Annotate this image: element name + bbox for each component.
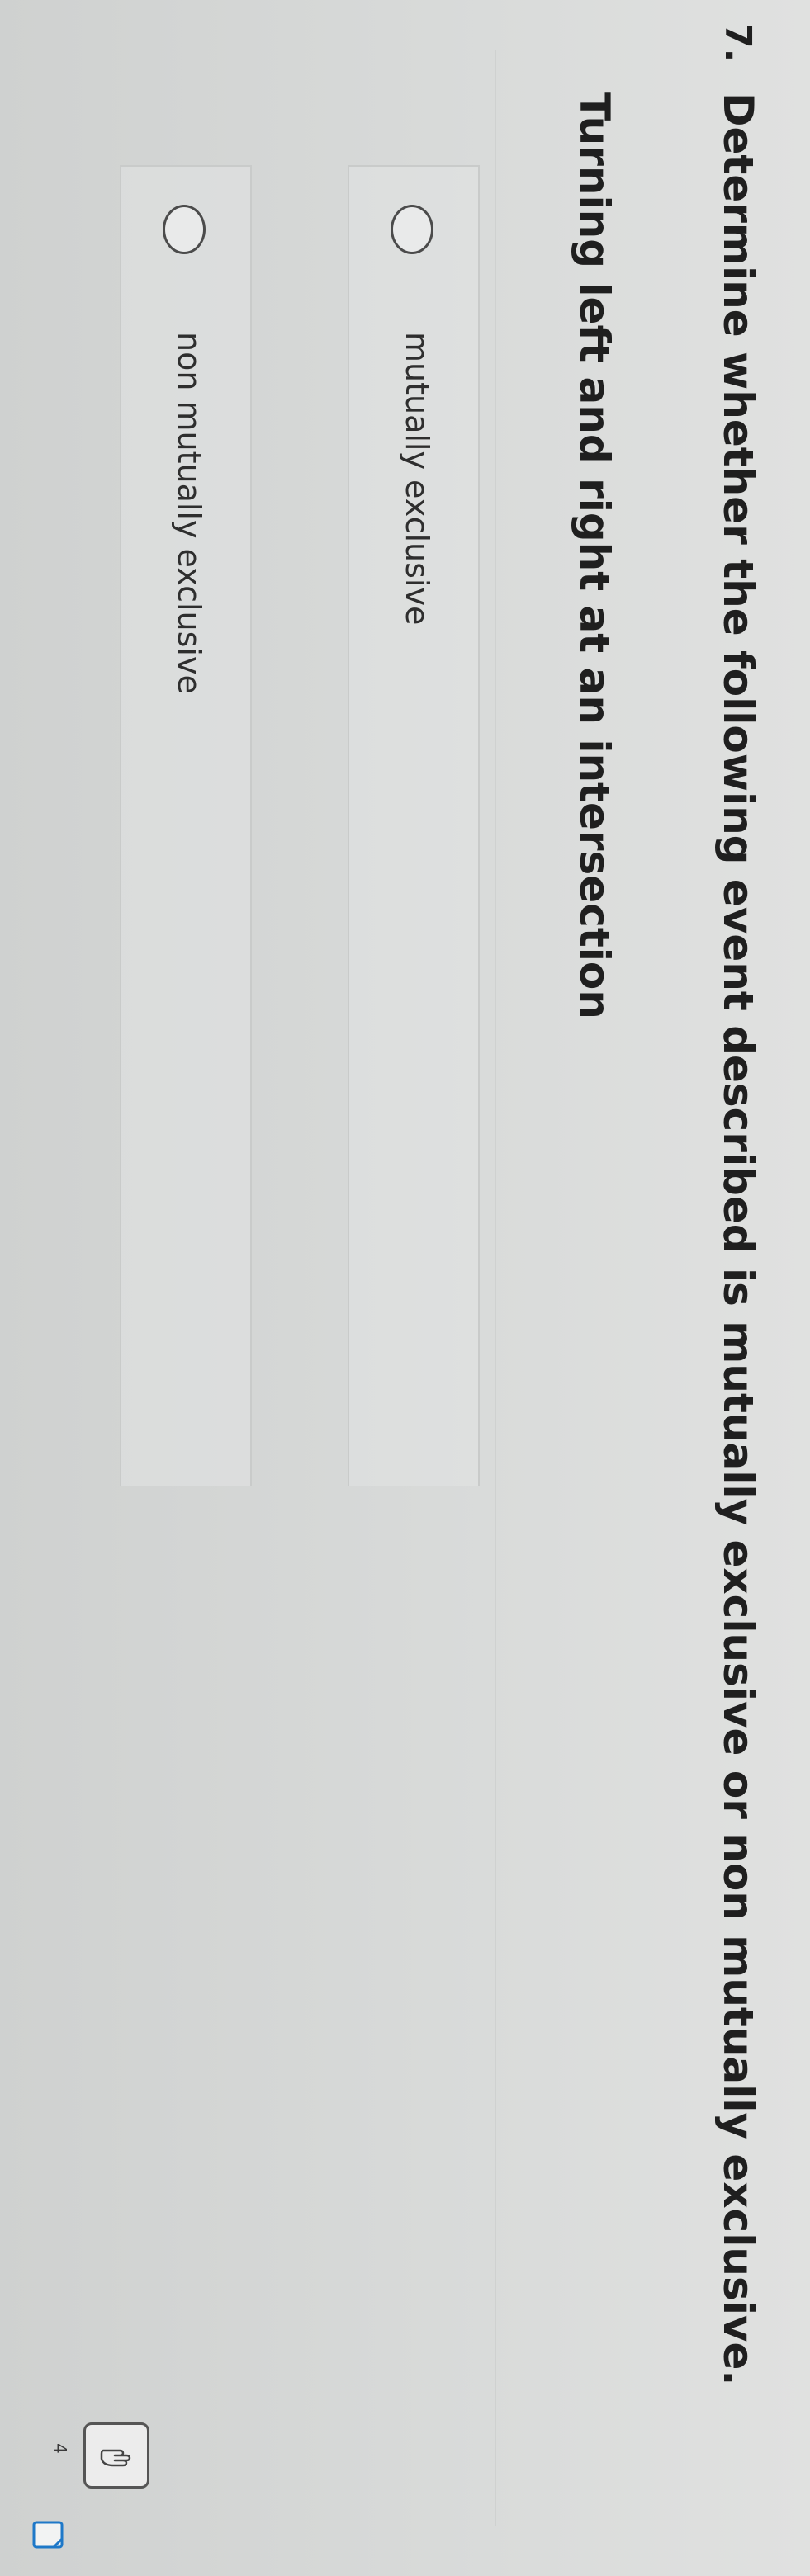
option-label: mutually exclusive <box>399 332 435 626</box>
question-number: 7. <box>717 23 759 63</box>
radio-button[interactable] <box>163 205 206 254</box>
document-icon[interactable] <box>29 2517 67 2555</box>
feedback-button[interactable] <box>83 2422 149 2489</box>
radio-button[interactable] <box>391 205 433 254</box>
corner-badge: 4 <box>50 2443 70 2454</box>
divider <box>495 50 496 2526</box>
question-prompt: Determine whether the following event de… <box>714 92 762 2386</box>
question-event: Turning left and right at an intersectio… <box>571 92 618 1019</box>
answer-option-non-mutually-exclusive[interactable]: non mutually exclusive <box>120 165 252 1486</box>
hand-pointer-icon <box>100 2449 131 2467</box>
option-label: non mutually exclusive <box>171 332 207 694</box>
quiz-page: 7. Determine whether the following event… <box>0 0 810 2576</box>
answer-option-mutually-exclusive[interactable]: mutually exclusive <box>348 165 480 1486</box>
